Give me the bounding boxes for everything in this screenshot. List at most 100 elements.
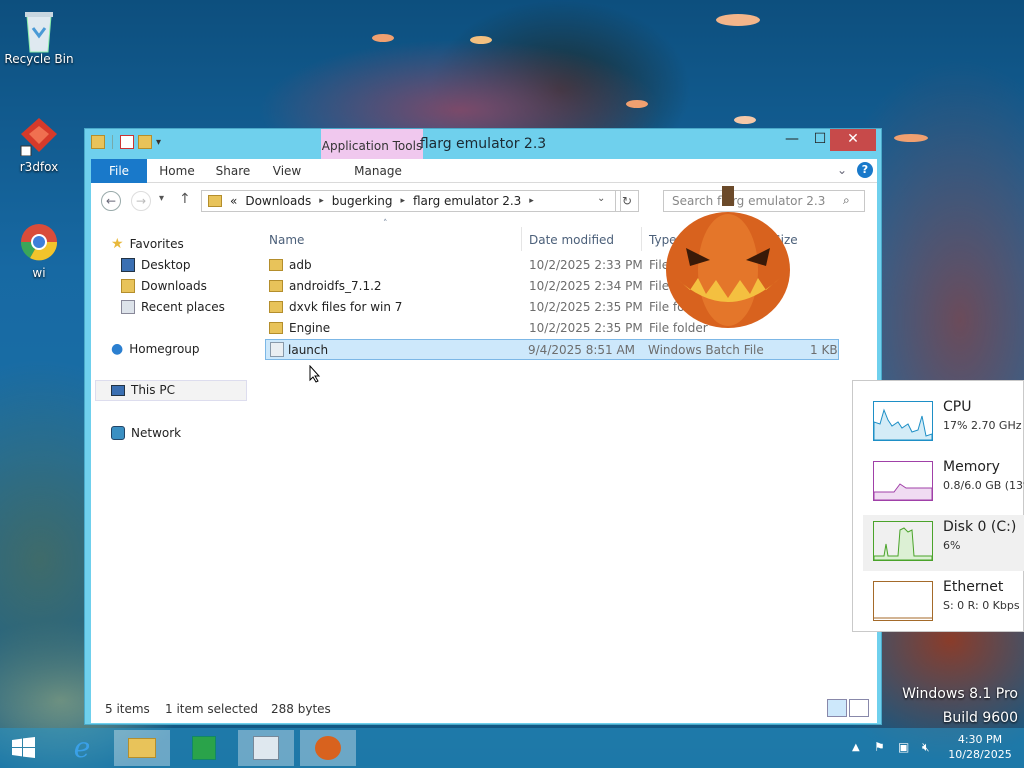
taskbar-task-manager[interactable]: [238, 730, 294, 766]
nav-network[interactable]: Network: [111, 424, 181, 442]
nav-desktop[interactable]: Desktop: [121, 256, 191, 274]
homegroup-icon: ●: [111, 341, 124, 357]
file-name: Engine: [289, 321, 331, 335]
nav-this-pc[interactable]: This PC: [111, 381, 175, 399]
background-fish: [734, 116, 756, 124]
nav-label: Downloads: [141, 279, 207, 293]
store-icon: [192, 736, 216, 760]
clock-time: 4:30 PM: [957, 733, 1003, 746]
desktop-icon-recycle-bin[interactable]: Recycle Bin: [4, 8, 74, 66]
status-bar: 5 items 1 item selected 288 bytes: [91, 691, 877, 723]
memory-graph: [873, 461, 933, 501]
desktop-icon-wi[interactable]: wi: [4, 222, 74, 280]
file-name: adb: [289, 258, 312, 272]
desktop-icon-label: wi: [32, 266, 46, 280]
nav-downloads[interactable]: Downloads: [121, 277, 207, 295]
nav-label: Favorites: [129, 237, 184, 251]
folder-icon: [269, 322, 283, 334]
navigation-pane: ★ Favorites Desktop Downloads Recent pla…: [91, 219, 249, 691]
file-date: 10/2/2025 2:35 PM: [529, 321, 643, 335]
desktop-icon-label: r3dfox: [19, 160, 59, 174]
breadcrumb-bugerking[interactable]: bugerking: [332, 194, 393, 208]
perf-cpu[interactable]: CPU 17% 2.70 GHz: [863, 395, 1024, 451]
mouse-cursor-icon: [309, 365, 321, 383]
background-fish: [716, 14, 760, 26]
disk-graph: [873, 521, 933, 561]
tab-home[interactable]: Home: [155, 159, 199, 183]
large-icons-view-button[interactable]: [849, 699, 869, 717]
computer-icon: [111, 384, 125, 396]
start-button[interactable]: [2, 730, 46, 766]
tab-file[interactable]: File: [91, 159, 147, 183]
nav-homegroup[interactable]: ● Homegroup: [111, 340, 200, 358]
nav-label: Network: [131, 426, 182, 440]
batch-file-icon: [270, 342, 284, 357]
expand-ribbon-icon[interactable]: ⌄: [837, 163, 847, 177]
task-manager-icon: [253, 736, 279, 760]
breadcrumb-downloads[interactable]: Downloads: [245, 194, 311, 208]
minimize-button[interactable]: —: [777, 129, 807, 151]
file-size: 1 KB: [810, 343, 838, 357]
chevron-right-icon[interactable]: ▸: [529, 196, 534, 206]
column-header-date[interactable]: Date modified: [529, 233, 614, 247]
status-bytes: 288 bytes: [271, 702, 331, 716]
desktop-icon-r3dfox[interactable]: r3dfox: [4, 116, 74, 174]
perf-name: CPU: [943, 399, 972, 415]
flag-icon[interactable]: ⚑: [874, 740, 885, 754]
chevron-right-icon[interactable]: ▸: [400, 196, 405, 206]
tab-share[interactable]: Share: [211, 159, 255, 183]
forward-button[interactable]: →: [131, 191, 151, 211]
perf-disk[interactable]: Disk 0 (C:) 6%: [863, 515, 1024, 571]
perf-ethernet[interactable]: Ethernet S: 0 R: 0 Kbps: [863, 575, 1024, 631]
file-date: 9/4/2025 8:51 AM: [528, 343, 636, 357]
recent-locations-icon[interactable]: ▾: [159, 193, 164, 204]
nav-favorites[interactable]: ★ Favorites: [111, 235, 184, 253]
refresh-icon[interactable]: ↻: [615, 190, 639, 212]
up-button[interactable]: ↑: [179, 191, 191, 207]
perf-memory[interactable]: Memory 0.8/6.0 GB (13%): [863, 455, 1024, 511]
tab-manage[interactable]: Manage: [327, 159, 429, 183]
title-bar[interactable]: ▾ Application Tools flarg emulator 2.3 —…: [85, 129, 881, 159]
search-icon[interactable]: ⌕: [843, 193, 850, 208]
nav-recent-places[interactable]: Recent places: [121, 298, 225, 316]
breadcrumb-prefix[interactable]: «: [230, 194, 237, 208]
breadcrumb-flarg-emulator[interactable]: flarg emulator 2.3: [413, 194, 521, 208]
details-view-button[interactable]: [827, 699, 847, 717]
perf-name: Disk 0 (C:): [943, 519, 1017, 535]
file-date: 10/2/2025 2:35 PM: [529, 300, 643, 314]
nav-label: Recent places: [141, 300, 225, 314]
back-button[interactable]: ←: [101, 191, 121, 211]
volume-muted-icon[interactable]: 🔇︎: [922, 740, 930, 755]
column-separator[interactable]: [521, 227, 522, 251]
ethernet-graph: [873, 581, 933, 621]
file-row-selected[interactable]: launch 9/4/2025 8:51 AM Windows Batch Fi…: [265, 339, 839, 360]
taskbar: e ▲ ⚑ ▣ 🔇︎ 4:30 PM 10/28/2025: [0, 728, 1024, 768]
taskbar-pumpkin-app[interactable]: [300, 730, 356, 766]
file-type: Windows Batch File: [648, 343, 764, 357]
sort-arrow-icon: ˄: [383, 219, 388, 229]
column-header-name[interactable]: Name: [269, 233, 304, 247]
window-title: flarg emulator 2.3: [419, 136, 547, 152]
taskbar-file-explorer[interactable]: [114, 730, 170, 766]
recycle-bin-icon: [19, 8, 59, 53]
tab-view[interactable]: View: [267, 159, 307, 183]
perf-name: Memory: [943, 459, 1000, 475]
column-separator[interactable]: [641, 227, 642, 251]
close-button[interactable]: ✕: [830, 129, 876, 151]
perf-value: 6%: [943, 539, 961, 552]
pumpkin-overlay: [664, 186, 792, 330]
nav-label: Homegroup: [129, 342, 200, 356]
help-icon[interactable]: ?: [857, 162, 873, 178]
system-clock[interactable]: 4:30 PM 10/28/2025: [938, 732, 1022, 762]
address-dropdown-icon[interactable]: ⌄: [597, 193, 605, 204]
pumpkin-icon: [315, 736, 341, 760]
taskbar-ie[interactable]: e: [54, 730, 110, 766]
windows-version-watermark: Windows 8.1 Pro: [902, 686, 1018, 702]
network-status-icon[interactable]: ▣: [898, 740, 909, 754]
taskbar-store[interactable]: [176, 730, 232, 766]
chevron-right-icon[interactable]: ▸: [319, 196, 324, 206]
file-explorer-icon: [128, 738, 156, 758]
recent-places-icon: [121, 300, 135, 314]
show-hidden-icons-icon[interactable]: ▲: [852, 742, 860, 753]
address-bar[interactable]: « Downloads ▸ bugerking ▸ flarg emulator…: [201, 190, 621, 212]
